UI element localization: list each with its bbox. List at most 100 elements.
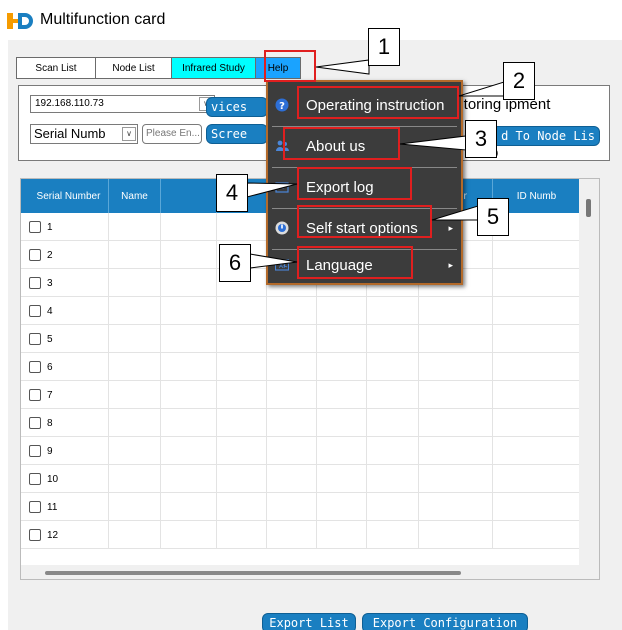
table-cell [317,409,367,437]
serial-number-cell: 4 [21,297,109,325]
table-cell [161,437,217,465]
chevron-down-icon[interactable]: ∨ [122,127,136,141]
scroll-thumb[interactable] [586,199,591,217]
table-cell [217,213,267,241]
table-cell [217,493,267,521]
row-number: 4 [47,305,53,317]
table-cell [217,381,267,409]
serial-number-cell: 9 [21,437,109,465]
table-row[interactable]: 9 [21,437,581,465]
serial-number-cell: 5 [21,325,109,353]
vertical-scrollbar[interactable] [579,179,599,579]
column-header-name[interactable]: Name [109,179,161,213]
ip-address-select[interactable]: 192.168.110.73 ∨ [30,95,215,113]
table-row[interactable]: 12 [21,521,581,549]
search-field-select[interactable]: Serial Numb ∨ [30,124,138,144]
serial-number-cell: 3 [21,269,109,297]
table-cell [267,325,317,353]
table-cell [317,437,367,465]
row-number: 10 [47,473,59,485]
table-row[interactable]: 10 [21,465,581,493]
table-row[interactable]: 11 [21,493,581,521]
row-number: 8 [47,417,53,429]
table-cell [267,521,317,549]
table-cell [419,465,493,493]
tab-bar: Scan List Node List Infrared Study Help [16,57,301,79]
serial-number-cell: 2 [21,241,109,269]
svg-text:A: A [279,263,284,270]
svg-text:?: ? [279,101,285,112]
row-checkbox[interactable] [29,277,41,289]
serial-number-cell: 12 [21,521,109,549]
table-cell [419,437,493,465]
chevron-right-icon: ▸ [448,222,453,233]
table-cell [493,325,581,353]
row-checkbox[interactable] [29,529,41,541]
devices-button[interactable]: vices [206,97,268,117]
table-cell [267,409,317,437]
row-number: 11 [47,501,58,513]
power-icon [275,221,289,235]
tab-node-list[interactable]: Node List [95,57,171,79]
table-cell [493,409,581,437]
table-cell [317,325,367,353]
scroll-thumb[interactable] [45,571,461,575]
row-checkbox[interactable] [29,305,41,317]
table-cell [109,465,161,493]
table-cell [317,465,367,493]
table-row[interactable]: 8 [21,409,581,437]
row-number: 12 [47,529,59,541]
search-input[interactable]: Please En... [142,124,202,144]
screen-button[interactable]: Scree [206,124,268,144]
row-checkbox[interactable] [29,361,41,373]
export-configuration-button[interactable]: Export Configuration [362,613,528,630]
row-number: 9 [47,445,53,457]
column-header-serial-number[interactable]: Serial Number [21,179,109,213]
table-cell [161,269,217,297]
table-row[interactable]: 6 [21,353,581,381]
column-header[interactable] [161,179,217,213]
highlight-self-start-options [297,205,432,238]
table-cell [109,521,161,549]
language-icon: A [275,259,289,271]
row-checkbox[interactable] [29,249,41,261]
row-checkbox[interactable] [29,417,41,429]
table-cell [419,297,493,325]
table-cell [267,437,317,465]
info-icon: ? [275,98,289,112]
table-cell [109,409,161,437]
table-cell [367,325,419,353]
row-checkbox[interactable] [29,445,41,457]
table-row[interactable]: 5 [21,325,581,353]
callout-number: 1 [368,28,400,66]
tab-scan-list[interactable]: Scan List [16,57,95,79]
table-cell [161,297,217,325]
table-cell [161,353,217,381]
table-row[interactable]: 7 [21,381,581,409]
row-checkbox[interactable] [29,473,41,485]
callout-number: 4 [216,174,248,212]
row-checkbox[interactable] [29,221,41,233]
row-number: 5 [47,333,53,345]
table-cell [493,297,581,325]
row-checkbox[interactable] [29,333,41,345]
table-cell [161,325,217,353]
row-number: 2 [47,249,53,261]
table-cell [161,493,217,521]
table-cell [493,381,581,409]
table-row[interactable]: 4 [21,297,581,325]
callout-number: 5 [477,198,509,236]
table-cell [367,493,419,521]
table-cell [109,325,161,353]
table-cell [267,465,317,493]
row-checkbox[interactable] [29,389,41,401]
serial-number-cell: 11 [21,493,109,521]
horizontal-scrollbar[interactable] [21,565,581,579]
table-cell [109,269,161,297]
table-cell [161,381,217,409]
tab-infrared-study[interactable]: Infrared Study [171,57,255,79]
table-cell [493,241,581,269]
table-cell [109,353,161,381]
row-checkbox[interactable] [29,501,41,513]
export-list-button[interactable]: Export List [262,613,356,630]
